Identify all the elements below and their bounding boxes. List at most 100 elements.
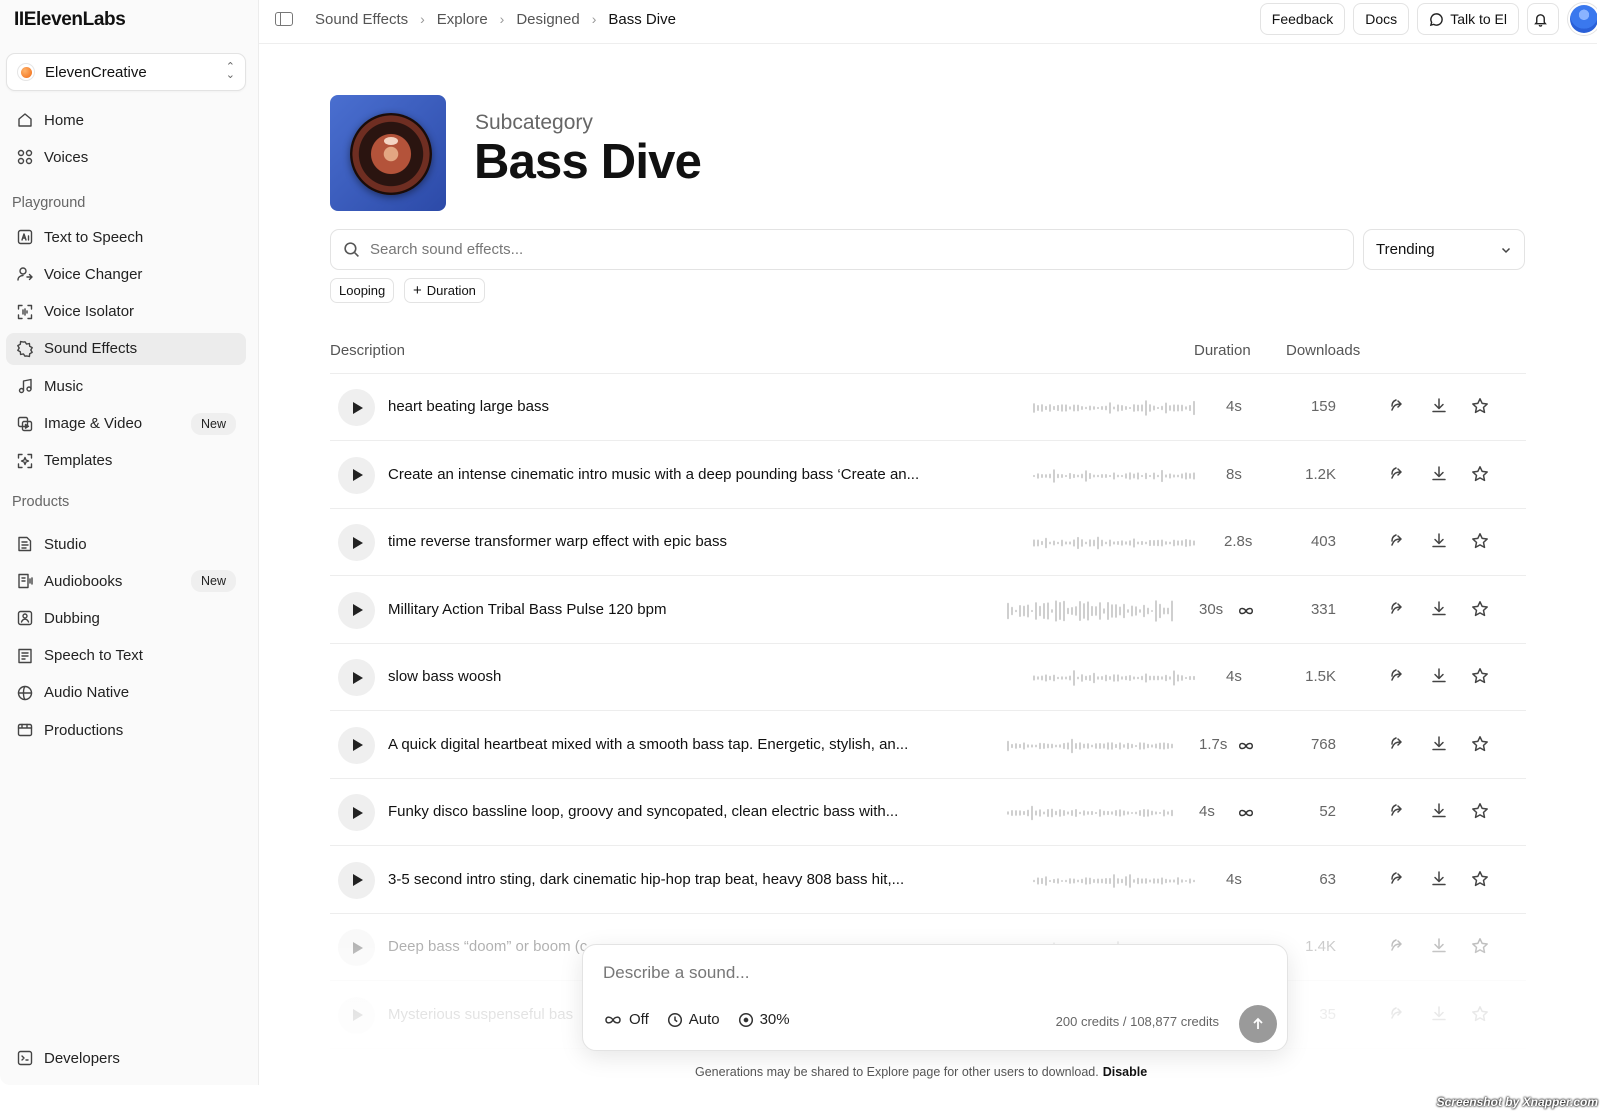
download-button[interactable]	[1429, 396, 1451, 418]
remix-button[interactable]	[1388, 801, 1410, 823]
docs-button[interactable]: Docs	[1353, 3, 1410, 35]
play-button[interactable]	[338, 591, 375, 629]
star-button[interactable]	[1470, 869, 1492, 891]
column-duration[interactable]: Duration	[1194, 342, 1251, 359]
waveform-icon[interactable]	[1007, 798, 1175, 828]
app-logo[interactable]: IIElevenLabs	[14, 9, 126, 31]
waveform-icon[interactable]	[1007, 596, 1175, 626]
remix-button[interactable]	[1388, 464, 1410, 486]
download-button[interactable]	[1429, 531, 1451, 553]
waveform[interactable]	[1033, 393, 1199, 423]
waveform-icon[interactable]	[1033, 461, 1199, 491]
sidebar-item-audiobooks[interactable]: Audiobooks New	[6, 565, 246, 597]
sidebar-item-sound-effects[interactable]: Sound Effects	[6, 332, 246, 365]
waveform[interactable]	[1033, 528, 1199, 558]
sort-select[interactable]: Trending	[1363, 229, 1525, 270]
waveform[interactable]	[1007, 731, 1175, 761]
play-button[interactable]	[338, 861, 375, 899]
star-button[interactable]	[1470, 396, 1492, 418]
download-button[interactable]	[1429, 936, 1451, 958]
table-row[interactable]: time reverse transformer warp effect wit…	[330, 509, 1526, 576]
download-button[interactable]	[1429, 801, 1451, 823]
sidebar-item-music[interactable]: Music	[6, 370, 246, 402]
sidebar-item-studio[interactable]: Studio	[6, 528, 246, 560]
duration-filter-chip[interactable]: + Duration	[404, 278, 485, 303]
waveform[interactable]	[1007, 596, 1175, 626]
waveform[interactable]	[1033, 663, 1199, 693]
sidebar-item-templates[interactable]: Templates	[6, 445, 246, 477]
table-row[interactable]: Funky disco bassline loop, groovy and sy…	[330, 779, 1526, 846]
play-button[interactable]	[338, 389, 375, 426]
breadcrumb-sound-effects[interactable]: Sound Effects	[315, 11, 408, 28]
play-button[interactable]	[338, 929, 375, 966]
star-button[interactable]	[1470, 531, 1492, 553]
breadcrumb-explore[interactable]: Explore	[437, 11, 488, 28]
sidebar-item-home[interactable]: Home	[6, 104, 246, 136]
star-button[interactable]	[1470, 599, 1492, 621]
table-row[interactable]: 3-5 second intro sting, dark cinematic h…	[330, 847, 1526, 914]
disable-sharing-link[interactable]: Disable	[1103, 1065, 1147, 1079]
download-button[interactable]	[1429, 734, 1451, 756]
download-button[interactable]	[1429, 666, 1451, 688]
talk-to-el-button[interactable]: Talk to El	[1417, 3, 1519, 35]
sidebar-item-speech-to-text[interactable]: Speech to Text	[6, 640, 246, 672]
sidebar-toggle-icon[interactable]	[275, 12, 293, 26]
star-button[interactable]	[1470, 936, 1492, 958]
waveform-icon[interactable]	[1033, 393, 1199, 423]
user-avatar[interactable]	[1567, 2, 1597, 36]
duration-setting[interactable]: Auto	[667, 1011, 720, 1028]
notifications-button[interactable]	[1527, 3, 1559, 35]
sidebar-item-developers[interactable]: Developers	[6, 1042, 246, 1074]
table-row[interactable]: slow bass woosh 4s 1.5K	[330, 644, 1526, 711]
sidebar-item-productions[interactable]: Productions	[6, 714, 246, 746]
breadcrumb-designed[interactable]: Designed	[516, 11, 579, 28]
waveform-icon[interactable]	[1033, 663, 1199, 693]
waveform-icon[interactable]	[1033, 528, 1199, 558]
play-button[interactable]	[338, 659, 375, 696]
search-input[interactable]	[370, 241, 1341, 258]
play-button[interactable]	[338, 524, 375, 561]
sidebar-item-dubbing[interactable]: Dubbing	[6, 602, 246, 634]
waveform-icon[interactable]	[1033, 866, 1199, 896]
send-button[interactable]	[1239, 1005, 1277, 1043]
waveform[interactable]	[1033, 866, 1199, 896]
remix-button[interactable]	[1388, 666, 1410, 688]
loop-toggle[interactable]: Off	[603, 1011, 649, 1028]
remix-button[interactable]	[1388, 869, 1410, 891]
table-row[interactable]: Create an intense cinematic intro music …	[330, 442, 1526, 509]
star-button[interactable]	[1470, 1004, 1492, 1026]
play-button[interactable]	[338, 996, 375, 1034]
table-row[interactable]: heart beating large bass 4s 159	[330, 374, 1526, 441]
looping-filter-chip[interactable]: Looping	[330, 278, 395, 303]
remix-button[interactable]	[1388, 734, 1410, 756]
sidebar-item-voices[interactable]: Voices	[6, 141, 246, 173]
remix-button[interactable]	[1388, 599, 1410, 621]
table-row[interactable]: Millitary Action Tribal Bass Pulse 120 b…	[330, 577, 1526, 644]
download-button[interactable]	[1429, 599, 1451, 621]
star-button[interactable]	[1470, 464, 1492, 486]
table-row[interactable]: A quick digital heartbeat mixed with a s…	[330, 712, 1526, 779]
remix-button[interactable]	[1388, 1004, 1410, 1026]
workspace-switcher[interactable]: ElevenCreative ⌃ ⌄	[6, 53, 246, 91]
remix-button[interactable]	[1388, 531, 1410, 553]
play-button[interactable]	[338, 456, 375, 494]
remix-button[interactable]	[1388, 396, 1410, 418]
waveform[interactable]	[1033, 461, 1199, 491]
play-button[interactable]	[338, 794, 375, 831]
column-downloads[interactable]: Downloads	[1286, 342, 1360, 359]
star-button[interactable]	[1470, 666, 1492, 688]
sidebar-item-image-video[interactable]: Image & Video New	[6, 408, 246, 440]
star-button[interactable]	[1470, 734, 1492, 756]
star-button[interactable]	[1470, 801, 1492, 823]
download-button[interactable]	[1429, 464, 1451, 486]
prompt-input[interactable]: Describe a sound...	[603, 963, 749, 983]
sidebar-item-text-to-speech[interactable]: Text to Speech	[6, 221, 246, 253]
sidebar-item-voice-isolator[interactable]: Voice Isolator	[6, 296, 246, 328]
prompt-influence-setting[interactable]: 30%	[738, 1011, 790, 1028]
play-button[interactable]	[338, 726, 375, 764]
waveform[interactable]	[1007, 798, 1175, 828]
sidebar-item-audio-native[interactable]: Audio Native	[6, 677, 246, 709]
feedback-button[interactable]: Feedback	[1259, 3, 1346, 35]
download-button[interactable]	[1429, 869, 1451, 891]
download-button[interactable]	[1429, 1004, 1451, 1026]
